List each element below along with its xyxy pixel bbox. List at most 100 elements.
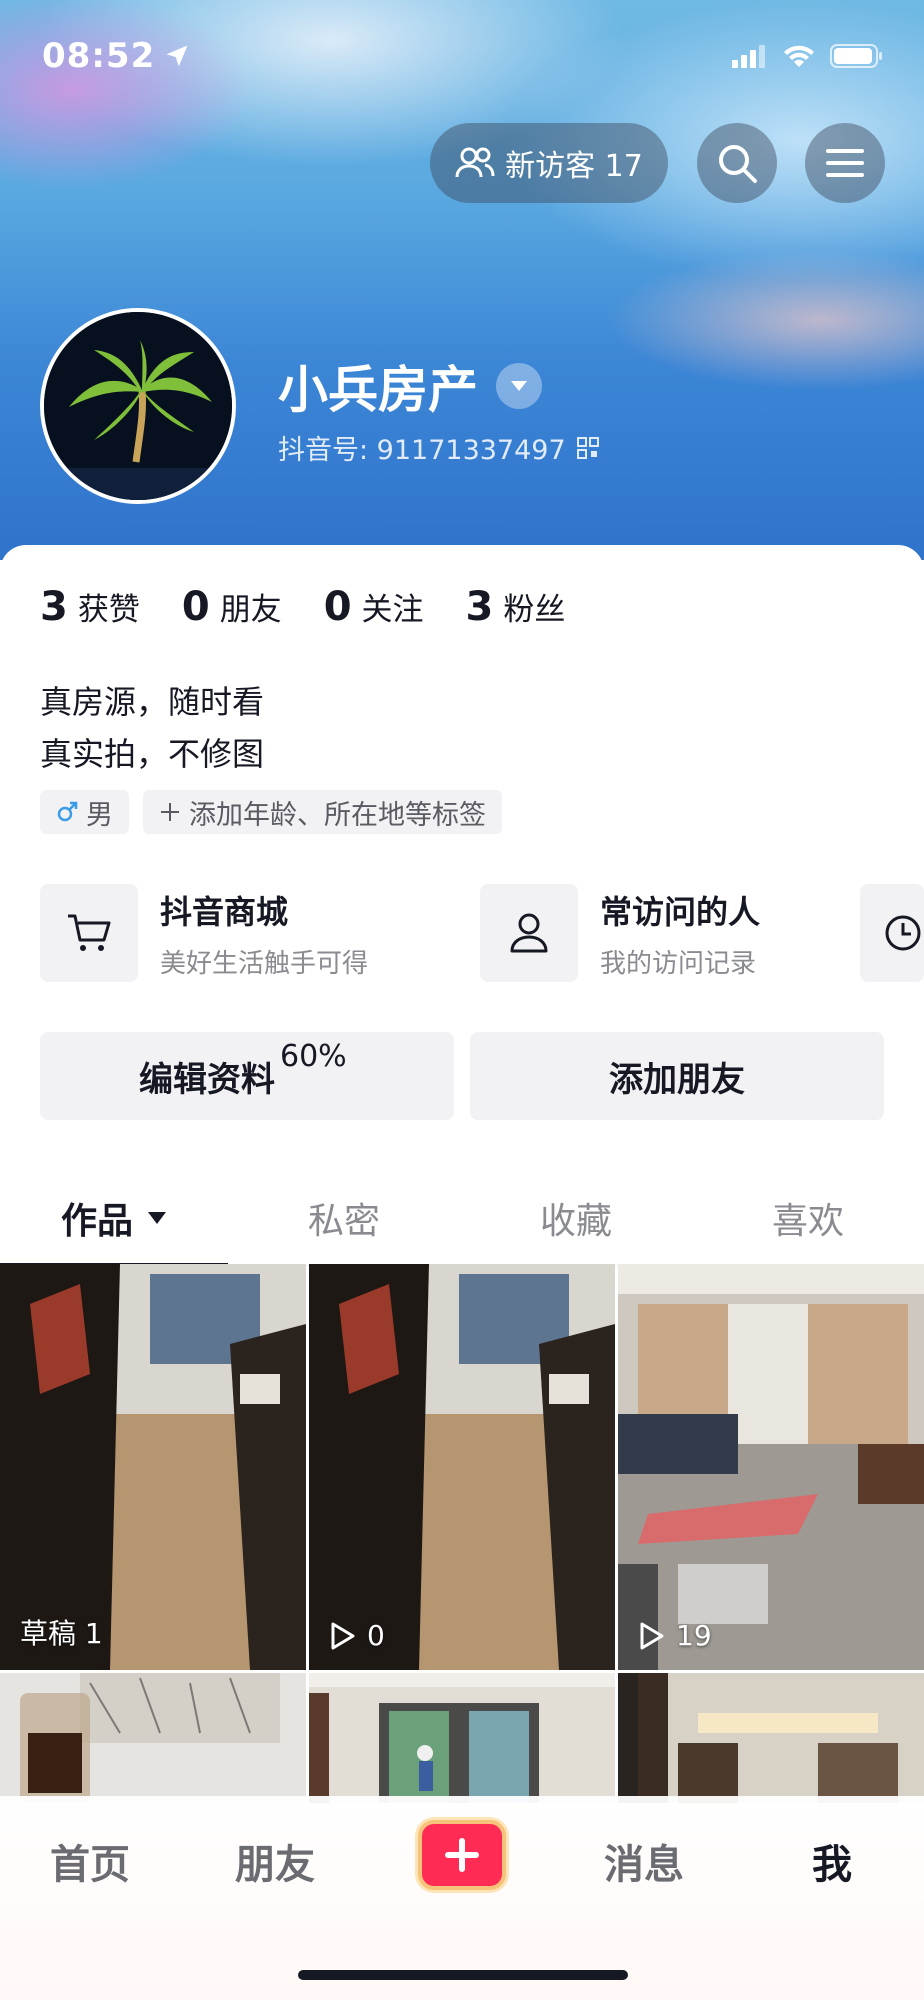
status-bar: 08:52: [42, 36, 884, 76]
nav-friends[interactable]: 朋友: [235, 1832, 315, 1890]
tab-label: 喜欢: [771, 1200, 844, 1242]
palm-tree-avatar-image: [44, 312, 232, 500]
bio: 真房源，随时看 真实拍，不修图: [40, 676, 264, 780]
people-icon: [455, 147, 495, 178]
home-indicator: [298, 1970, 628, 1980]
play-icon: [640, 1622, 664, 1649]
play-count-label: 0: [367, 1619, 385, 1652]
signal-icon: [732, 45, 765, 68]
video-thumbnail[interactable]: 19: [618, 1264, 924, 1670]
plus-icon: [445, 1838, 479, 1872]
shortcut-title: 常访问的人: [600, 892, 761, 931]
new-visitors-label: 新访客 17: [505, 149, 643, 184]
douyin-id: 抖音号: 91171337497: [278, 435, 566, 466]
avatar[interactable]: [40, 308, 236, 504]
shortcut-douyin-mall[interactable]: 抖音商城 美好生活触手可得: [40, 884, 368, 982]
shortcut-subtitle: 美好生活触手可得: [160, 948, 369, 979]
video-thumbnail[interactable]: [309, 1673, 615, 1803]
draft-count-label: 草稿 1: [20, 1617, 103, 1650]
stat-label: 获赞: [77, 592, 140, 628]
battery-icon: [830, 44, 882, 68]
stat-followers[interactable]: 3 粉丝: [466, 584, 566, 630]
stat-label: 关注: [361, 592, 424, 628]
content-tabs: 作品 私密 收藏 喜欢: [0, 1170, 924, 1267]
profile-name: 小兵房产: [278, 361, 478, 419]
search-icon: [719, 145, 757, 183]
tab-label: 收藏: [539, 1200, 612, 1242]
bio-line: 真房源，随时看: [40, 683, 265, 721]
profile-actions: 编辑资料 60% 添加朋友: [40, 1032, 884, 1120]
tab-favorites[interactable]: 收藏: [460, 1170, 692, 1265]
shortcut-icon-box: [860, 884, 924, 982]
stat-friends[interactable]: 0 朋友: [182, 584, 282, 630]
add-friend-button[interactable]: 添加朋友: [470, 1032, 884, 1120]
nav-messages[interactable]: 消息: [604, 1832, 684, 1890]
douyin-id-row[interactable]: 抖音号: 91171337497: [278, 428, 600, 467]
shortcut-icon-box: [40, 884, 138, 982]
male-symbol-icon: [57, 801, 78, 822]
stat-number: 0: [323, 584, 352, 630]
menu-button[interactable]: [805, 123, 885, 203]
nav-me[interactable]: 我: [812, 1832, 852, 1890]
video-thumbnail-draft[interactable]: 草稿 1: [0, 1264, 306, 1670]
video-grid: 草稿 1 0 19: [0, 1264, 924, 1803]
tab-private[interactable]: 私密: [228, 1170, 460, 1265]
stat-following[interactable]: 0 关注: [324, 584, 424, 630]
cart-icon: [68, 914, 111, 951]
balcony-thumbnail-image: [309, 1673, 615, 1803]
shortcut-icon-box: [480, 884, 578, 982]
hall-thumbnail-image: [618, 1673, 924, 1803]
shortcut-row: 抖音商城 美好生活触手可得 常访问的人 我的访问记录: [40, 884, 924, 984]
play-icon: [331, 1622, 355, 1649]
tab-works[interactable]: 作品: [0, 1170, 228, 1267]
shortcut-frequent-visitors[interactable]: 常访问的人 我的访问记录: [480, 884, 760, 982]
account-switch-dropdown[interactable]: [496, 363, 542, 409]
video-thumbnail[interactable]: 0: [309, 1264, 615, 1670]
video-thumbnail[interactable]: [0, 1673, 306, 1803]
edit-profile-button[interactable]: 编辑资料 60%: [40, 1032, 454, 1120]
stat-number: 0: [181, 584, 210, 630]
video-thumbnail[interactable]: [618, 1673, 924, 1803]
gender-label: 男: [86, 799, 113, 831]
tab-likes[interactable]: 喜欢: [692, 1170, 924, 1265]
draft-caption: 草稿 1: [20, 1612, 103, 1652]
shortcut-title: 抖音商城: [160, 892, 289, 931]
clock-icon: [885, 915, 921, 951]
edit-profile-label: 编辑资料: [139, 1059, 275, 1100]
nav-home[interactable]: 首页: [50, 1832, 130, 1890]
bio-line: 真实拍，不修图: [40, 735, 265, 773]
kitchen-thumbnail-image: [0, 1673, 306, 1803]
stat-label: 粉丝: [503, 592, 566, 628]
status-time: 08:52: [42, 36, 191, 76]
add-tags-label: 添加年龄、所在地等标签: [189, 799, 486, 831]
stat-label: 朋友: [219, 592, 282, 628]
play-count-label: 19: [676, 1619, 712, 1652]
hallway-thumbnail-image: [0, 1264, 306, 1670]
stat-likes[interactable]: 3 获赞: [40, 584, 140, 630]
living-room-thumbnail-image: [618, 1264, 924, 1670]
caret-down-icon: [148, 1211, 166, 1224]
tab-label: 作品: [60, 1200, 133, 1242]
add-friend-label: 添加朋友: [609, 1059, 745, 1100]
stat-number: 3: [465, 584, 494, 630]
hamburger-menu-icon: [826, 149, 864, 177]
new-visitors-button[interactable]: 新访客 17: [430, 123, 668, 203]
stats-row: 3 获赞 0 朋友 0 关注 3 粉丝: [40, 584, 565, 630]
hallway-thumbnail-image: [309, 1264, 615, 1670]
wifi-icon: [784, 45, 814, 67]
profile-name-row[interactable]: 小兵房产: [278, 350, 542, 422]
play-count: 19: [638, 1619, 712, 1652]
clock: 08:52: [42, 36, 156, 76]
shortcut-history-partial[interactable]: [860, 884, 924, 982]
search-button[interactable]: [697, 123, 777, 203]
profile-completion-percent: 60%: [280, 1039, 347, 1074]
system-icons: [732, 43, 884, 69]
gender-tag[interactable]: 男: [40, 790, 129, 834]
add-tags-button[interactable]: 添加年龄、所在地等标签: [143, 790, 502, 834]
person-icon: [510, 913, 548, 953]
shortcut-subtitle: 我的访问记录: [600, 948, 757, 979]
plus-icon: [161, 803, 179, 821]
create-post-button[interactable]: [418, 1820, 506, 1890]
location-arrow-icon: [166, 45, 188, 67]
qr-code-icon: [576, 436, 599, 459]
